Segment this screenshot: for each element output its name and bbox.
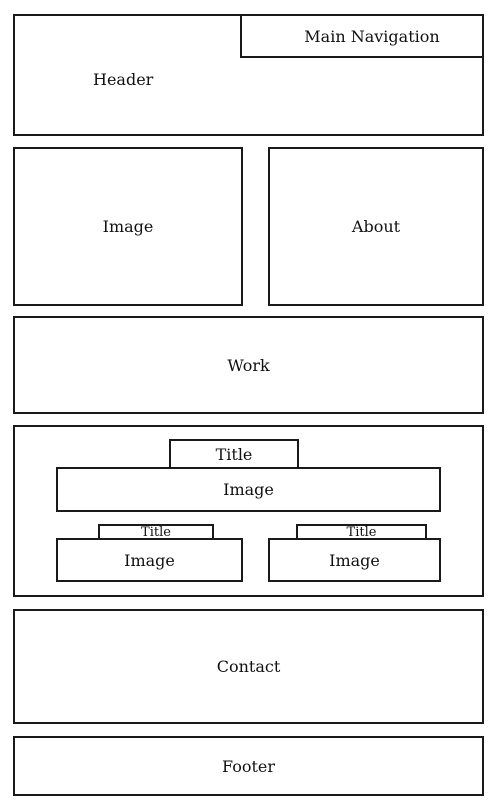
portfolio-title-label: Title — [215, 444, 253, 464]
portfolio-item-1-image: Image — [56, 538, 243, 582]
portfolio-item-2-image: Image — [268, 538, 441, 582]
main-navigation-label: Main Navigation — [304, 26, 440, 46]
about-section: About — [268, 147, 484, 306]
contact-section: Contact — [13, 609, 484, 724]
work-label: Work — [227, 355, 270, 375]
footer-label: Footer — [221, 756, 276, 776]
contact-label: Contact — [216, 657, 281, 676]
hero-image: Image — [13, 147, 243, 306]
portfolio-item-2-image-label: Image — [329, 550, 380, 570]
footer-section: Footer — [13, 736, 484, 796]
work-section: Work — [13, 316, 484, 414]
about-label: About — [351, 217, 401, 236]
hero-image-label: Image — [102, 217, 154, 236]
main-navigation[interactable]: Main Navigation — [240, 14, 484, 58]
portfolio-image-main: Image — [56, 467, 441, 512]
portfolio-image-main-label: Image — [223, 480, 274, 499]
portfolio-item-1-image-label: Image — [124, 550, 175, 570]
portfolio-title: Title — [169, 439, 299, 469]
header-label: Header — [93, 70, 154, 89]
